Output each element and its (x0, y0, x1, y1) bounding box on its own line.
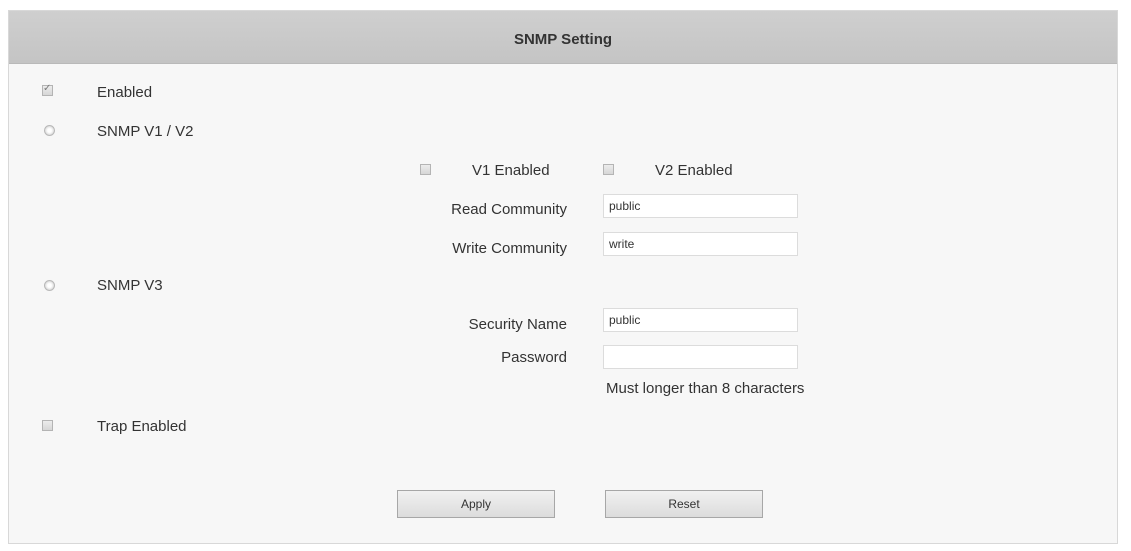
apply-button[interactable]: Apply (397, 490, 555, 518)
reset-button[interactable]: Reset (605, 490, 763, 518)
panel-title: SNMP Setting (9, 11, 1117, 64)
write-community-input[interactable] (603, 232, 798, 256)
enabled-checkbox[interactable] (42, 83, 53, 96)
read-community-label: Read Community (451, 201, 567, 218)
snmp-v3-radio[interactable] (44, 280, 55, 291)
v1-enabled-checkbox[interactable] (420, 164, 431, 175)
trap-enabled-label: Trap Enabled (97, 418, 187, 435)
snmp-settings-panel: SNMP Setting Enabled SNMP V1 / V2 V1 Ena… (8, 10, 1118, 544)
security-name-label: Security Name (468, 316, 567, 333)
security-name-input[interactable] (603, 308, 798, 332)
password-input[interactable] (603, 345, 798, 369)
v2-enabled-label: V2 Enabled (655, 162, 733, 179)
enabled-label: Enabled (97, 84, 153, 101)
password-label: Password (501, 349, 567, 366)
password-hint: Must longer than 8 characters (606, 380, 805, 397)
snmp-v1v2-radio[interactable] (44, 125, 55, 136)
snmp-v3-label: SNMP V3 (97, 277, 163, 294)
snmp-v1v2-label: SNMP V1 / V2 (97, 123, 194, 140)
write-community-label: Write Community (452, 240, 567, 257)
trap-enabled-checkbox[interactable] (42, 420, 53, 431)
v1-enabled-label: V1 Enabled (472, 162, 550, 179)
v2-enabled-checkbox[interactable] (603, 164, 614, 175)
read-community-input[interactable] (603, 194, 798, 218)
